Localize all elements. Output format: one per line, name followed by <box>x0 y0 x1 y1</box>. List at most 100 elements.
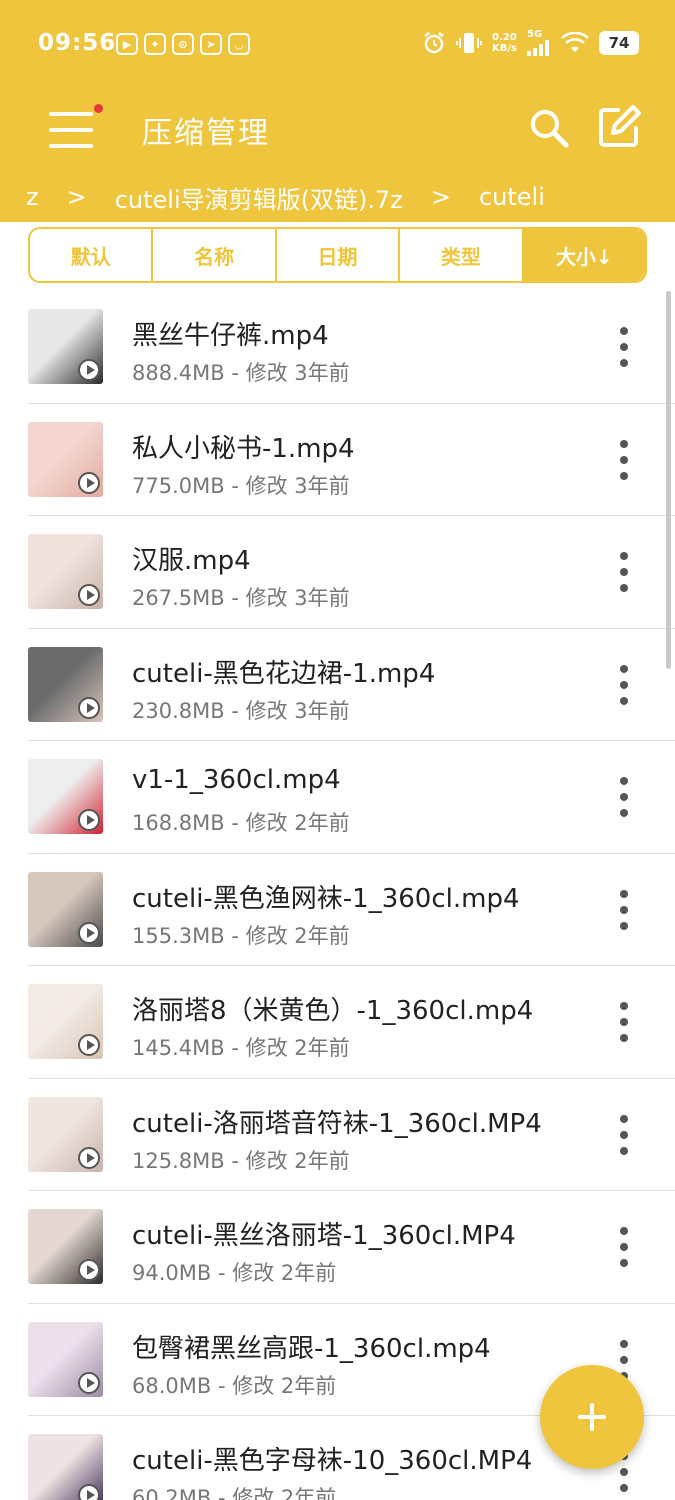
file-list-item[interactable]: 汉服.mp4 267.5MB - 修改 3年前 <box>0 516 675 629</box>
file-name: v1-1_360cl.mp4 <box>132 765 341 795</box>
file-list-item[interactable]: 洛丽塔8（米黄色）-1_360cl.mp4 145.4MB - 修改 2年前 <box>0 966 675 1079</box>
alarm-icon <box>424 32 444 54</box>
signal-indicator: 5G <box>527 30 551 56</box>
signal-label: 5G <box>527 29 543 40</box>
video-thumbnail <box>28 984 103 1059</box>
play-icon <box>78 1146 100 1169</box>
vibrate-icon <box>456 33 483 53</box>
breadcrumb: ᴢ > cuteli导演剪辑版(双链).7z > cuteli <box>0 172 675 222</box>
status-time: 09:56 <box>38 30 117 56</box>
more-vertical-icon[interactable] <box>604 663 644 707</box>
sort-tab-date[interactable]: 日期 <box>277 229 401 281</box>
video-thumbnail <box>28 1434 103 1500</box>
wifi-icon <box>561 32 589 52</box>
file-meta: 155.3MB - 修改 2年前 <box>132 923 350 948</box>
file-list-item[interactable]: 黑丝牛仔裤.mp4 888.4MB - 修改 3年前 <box>0 291 675 404</box>
play-icon <box>78 1034 100 1056</box>
hamburger-menu-icon[interactable] <box>46 104 103 156</box>
search-icon[interactable] <box>527 106 571 150</box>
toolbar: 压缩管理 <box>0 90 675 170</box>
breadcrumb-separator: > <box>66 183 87 211</box>
play-icon <box>78 359 100 381</box>
video-thumbnail <box>28 871 103 947</box>
sort-tab-size[interactable]: 大小↓ <box>523 229 645 281</box>
video-thumbnail <box>28 309 103 384</box>
play-icon <box>78 471 100 494</box>
add-plus-icon-button[interactable] <box>540 1365 644 1469</box>
video-thumbnail <box>28 1321 103 1397</box>
more-vertical-icon[interactable] <box>604 325 644 369</box>
telegram-icon: ➤ <box>200 33 222 55</box>
more-vertical-icon[interactable] <box>604 438 644 482</box>
file-list-item[interactable]: cuteli-洛丽塔音符袜-1_360cl.MP4 125.8MB - 修改 2… <box>0 1079 675 1191</box>
shop-app-icon: ⊙ <box>172 33 194 55</box>
play-icon <box>78 921 100 944</box>
play-icon <box>78 696 100 719</box>
file-name: cuteli-黑色花边裙-1.mp4 <box>132 658 436 689</box>
file-list-item[interactable]: cuteli-黑色花边裙-1.mp4 230.8MB - 修改 3年前 <box>0 629 675 741</box>
sort-tab-default[interactable]: 默认 <box>30 229 154 281</box>
video-thumbnail <box>28 1096 103 1172</box>
status-bar: 09:56 ▶ ✦ ⊙ ➤ ◡ 0.20 KB/s 5G 74 <box>0 0 675 90</box>
video-thumbnail <box>28 534 103 609</box>
file-name: cuteli-黑丝洛丽塔-1_360cl.MP4 <box>132 1221 516 1251</box>
file-meta: 68.0MB - 修改 2年前 <box>132 1373 337 1398</box>
file-name: 黑丝牛仔裤.mp4 <box>132 321 329 351</box>
edit-icon[interactable] <box>596 104 642 150</box>
more-vertical-icon[interactable] <box>604 550 644 594</box>
file-name: 包臀裙黑丝高跟-1_360cl.mp4 <box>132 1333 491 1364</box>
file-list: 黑丝牛仔裤.mp4 888.4MB - 修改 3年前 私人小秘书-1.mp4 7… <box>0 291 675 1500</box>
file-list-item[interactable]: v1-1_360cl.mp4 168.8MB - 修改 2年前 <box>0 741 675 854</box>
system-icons: 0.20 KB/s 5G 74 <box>422 30 639 56</box>
sort-tabs: 默认 名称 日期 类型 大小↓ <box>28 227 647 283</box>
file-meta: 267.5MB - 修改 3年前 <box>132 586 350 610</box>
play-icon <box>78 1259 100 1281</box>
file-meta: 145.4MB - 修改 2年前 <box>132 1036 350 1060</box>
file-name: 汉服.mp4 <box>132 546 251 576</box>
network-speed-value: 0.20 <box>492 32 517 43</box>
play-icon <box>78 1484 100 1500</box>
video-app-icon: ▶ <box>116 33 138 55</box>
file-meta: 125.8MB - 修改 2年前 <box>132 1148 350 1173</box>
more-vertical-icon[interactable] <box>604 1225 644 1269</box>
file-meta: 775.0MB - 修改 3年前 <box>132 473 350 498</box>
video-thumbnail <box>28 1209 103 1284</box>
more-vertical-icon[interactable] <box>604 1113 644 1157</box>
file-name: cuteli-黑色渔网袜-1_360cl.mp4 <box>132 883 520 914</box>
network-speed-unit: KB/s <box>492 43 517 54</box>
sort-tab-name[interactable]: 名称 <box>153 229 277 281</box>
file-meta: 60.2MB - 修改 2年前 <box>132 1486 337 1500</box>
file-name: 洛丽塔8（米黄色）-1_360cl.mp4 <box>132 996 534 1026</box>
file-name: 私人小秘书-1.mp4 <box>132 433 355 464</box>
bird-app-icon: ✦ <box>144 33 166 55</box>
notification-dot <box>94 104 103 113</box>
play-icon <box>78 584 100 606</box>
file-list-item[interactable]: cuteli-黑色渔网袜-1_360cl.mp4 155.3MB - 修改 2年… <box>0 854 675 966</box>
more-vertical-icon[interactable] <box>604 775 644 819</box>
file-list-item[interactable]: 私人小秘书-1.mp4 775.0MB - 修改 3年前 <box>0 404 675 516</box>
app-header: 09:56 ▶ ✦ ⊙ ➤ ◡ 0.20 KB/s 5G 74 压缩管理 ᴢ >… <box>0 0 675 222</box>
breadcrumb-separator: > <box>430 183 451 211</box>
bilibili-icon: ◡ <box>228 33 250 55</box>
breadcrumb-item-archive[interactable]: cuteli导演剪辑版(双链).7z <box>115 180 403 215</box>
video-thumbnail <box>28 759 103 834</box>
file-list-item[interactable]: cuteli-黑丝洛丽塔-1_360cl.MP4 94.0MB - 修改 2年前 <box>0 1191 675 1304</box>
notification-icons: ▶ ✦ ⊙ ➤ ◡ <box>116 33 250 55</box>
more-vertical-icon[interactable] <box>604 888 644 932</box>
video-thumbnail <box>28 646 103 722</box>
list-scrollbar[interactable] <box>666 291 671 669</box>
sort-tab-type[interactable]: 类型 <box>400 229 524 281</box>
more-vertical-icon[interactable] <box>604 1000 644 1044</box>
signal-icon <box>527 40 549 56</box>
play-icon <box>78 809 100 831</box>
file-meta: 888.4MB - 修改 3年前 <box>132 361 350 385</box>
video-thumbnail <box>28 421 103 497</box>
battery-indicator: 74 <box>599 31 639 55</box>
breadcrumb-item-current[interactable]: cuteli <box>479 183 545 211</box>
file-meta: 230.8MB - 修改 3年前 <box>132 698 350 723</box>
play-icon <box>78 1371 100 1394</box>
network-speed: 0.20 KB/s <box>492 32 517 54</box>
breadcrumb-item-parent[interactable]: ᴢ <box>26 183 39 211</box>
file-meta: 168.8MB - 修改 2年前 <box>132 811 350 835</box>
file-name: cuteli-黑色字母袜-10_360cl.MP4 <box>132 1446 533 1476</box>
